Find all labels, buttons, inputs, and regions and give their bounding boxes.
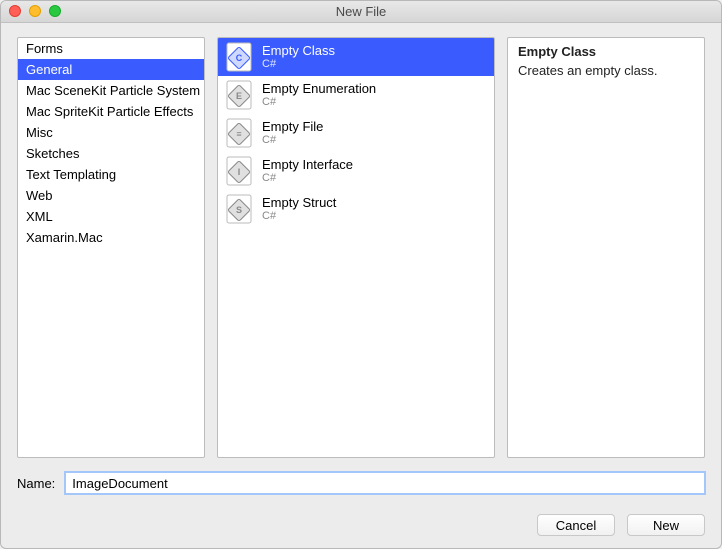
new-button[interactable]: New [627,514,705,536]
template-name: Empty Class [262,44,335,58]
file-icon: ≡ [226,118,252,148]
template-text: Empty InterfaceC# [262,158,353,184]
template-name: Empty Struct [262,196,336,210]
new-file-dialog: New File FormsGeneralMac SceneKit Partic… [0,0,722,549]
name-row: Name: [17,472,705,494]
category-item[interactable]: Text Templating [18,164,204,185]
window-title: New File [336,4,387,19]
template-name: Empty File [262,120,323,134]
svg-text:I: I [238,167,241,177]
template-name: Empty Enumeration [262,82,376,96]
dialog-content: FormsGeneralMac SceneKit Particle System… [1,23,721,548]
close-icon[interactable] [9,5,21,17]
file-icon: C [226,42,252,72]
description-title: Empty Class [518,44,694,59]
svg-text:C: C [236,53,243,63]
category-item[interactable]: Xamarin.Mac [18,227,204,248]
svg-text:≡: ≡ [236,129,241,139]
titlebar: New File [1,1,721,23]
template-text: Empty StructC# [262,196,336,222]
template-lang: C# [262,96,376,108]
name-input[interactable] [65,472,705,494]
template-list: CEmpty ClassC#EEmpty EnumerationC#≡Empty… [218,38,494,228]
template-item[interactable]: C Empty ClassC# [218,38,494,76]
template-text: Empty FileC# [262,120,323,146]
description-body: Creates an empty class. [518,63,694,78]
template-lang: C# [262,58,335,70]
category-item[interactable]: Misc [18,122,204,143]
template-lang: C# [262,134,323,146]
template-lang: C# [262,210,336,222]
window-controls [9,5,61,17]
svg-text:S: S [236,205,242,215]
file-icon: I [226,156,252,186]
template-name: Empty Interface [262,158,353,172]
template-text: Empty ClassC# [262,44,335,70]
description-panel: Empty Class Creates an empty class. [507,37,705,458]
template-lang: C# [262,172,353,184]
category-item[interactable]: Mac SceneKit Particle System [18,80,204,101]
cancel-button[interactable]: Cancel [537,514,615,536]
category-item[interactable]: XML [18,206,204,227]
panels: FormsGeneralMac SceneKit Particle System… [17,37,705,458]
minimize-icon[interactable] [29,5,41,17]
file-icon: S [226,194,252,224]
name-label: Name: [17,476,55,491]
category-item[interactable]: Web [18,185,204,206]
zoom-icon[interactable] [49,5,61,17]
template-item[interactable]: ≡ Empty FileC# [218,114,494,152]
template-item[interactable]: I Empty InterfaceC# [218,152,494,190]
category-list: FormsGeneralMac SceneKit Particle System… [18,38,204,248]
dialog-buttons: Cancel New [17,508,705,536]
svg-text:E: E [236,91,242,101]
category-item[interactable]: General [18,59,204,80]
category-item[interactable]: Sketches [18,143,204,164]
category-item[interactable]: Forms [18,38,204,59]
file-icon: E [226,80,252,110]
category-item[interactable]: Mac SpriteKit Particle Effects [18,101,204,122]
category-panel: FormsGeneralMac SceneKit Particle System… [17,37,205,458]
template-item[interactable]: S Empty StructC# [218,190,494,228]
template-text: Empty EnumerationC# [262,82,376,108]
template-panel: CEmpty ClassC#EEmpty EnumerationC#≡Empty… [217,37,495,458]
template-item[interactable]: E Empty EnumerationC# [218,76,494,114]
